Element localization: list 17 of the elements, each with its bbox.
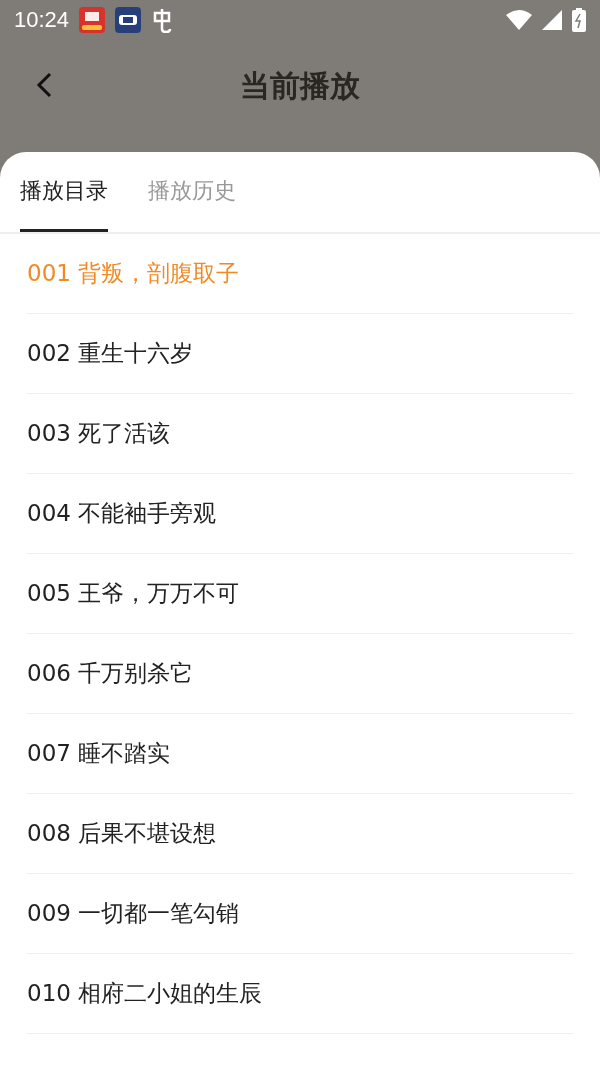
battery-icon (572, 8, 586, 32)
chapter-item[interactable]: 006 千万别杀它 (27, 634, 573, 714)
chapter-item[interactable]: 005 王爷，万万不可 (27, 554, 573, 634)
chapter-item[interactable]: 004 不能袖手旁观 (27, 474, 573, 554)
chapter-item[interactable]: 002 重生十六岁 (27, 314, 573, 394)
chapter-item[interactable]: 010 相府二小姐的生辰 (27, 954, 573, 1034)
chapter-item[interactable]: 009 一切都一笔勾销 (27, 874, 573, 954)
page-title: 当前播放 (240, 66, 360, 105)
tab[interactable]: 播放目录 (20, 152, 108, 232)
signal-icon (542, 10, 562, 30)
status-time: 10:24 (14, 7, 70, 33)
wifi-icon (506, 10, 532, 30)
chapter-item[interactable]: 007 睡不踏实 (27, 714, 573, 794)
game-app-icon (115, 7, 142, 33)
book-app-icon (79, 7, 106, 33)
chapter-item[interactable]: 003 死了活该 (27, 394, 573, 474)
chapter-item[interactable]: 008 后果不堪设想 (27, 794, 573, 874)
